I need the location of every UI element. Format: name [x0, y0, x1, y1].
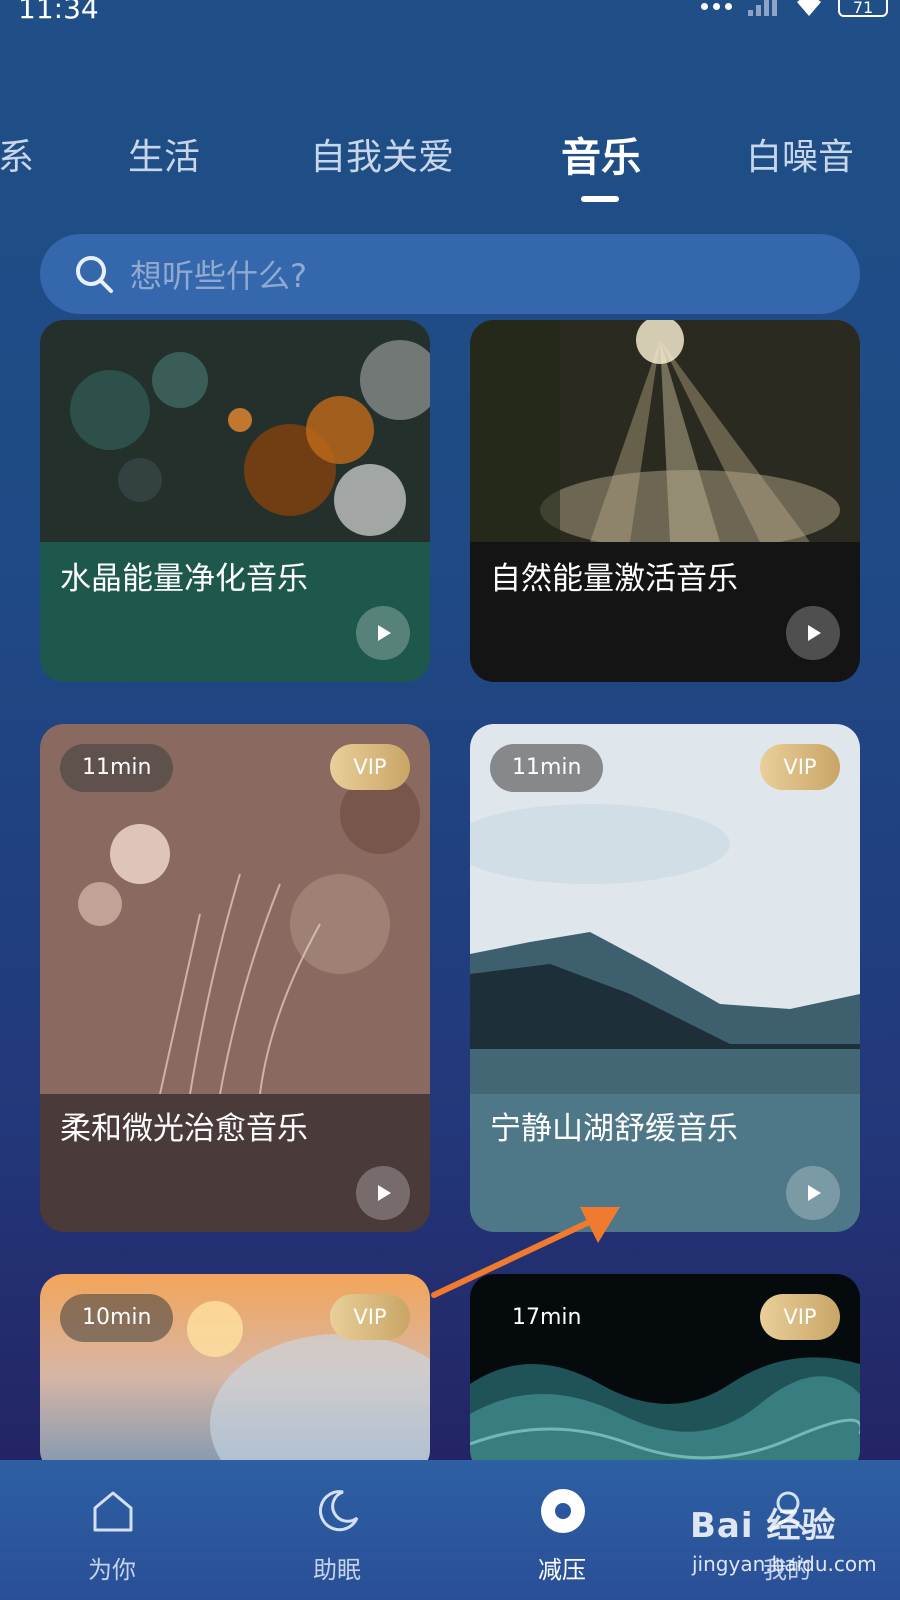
- vip-badge: VIP: [330, 744, 410, 790]
- card-title: 水晶能量净化音乐: [60, 561, 308, 597]
- nav-item-for-you[interactable]: 为你: [52, 1460, 172, 1600]
- status-time: 11:34: [18, 0, 99, 25]
- tab-self-care[interactable]: 自我关爱: [310, 128, 454, 180]
- card-info: 自然能量激活音乐: [470, 542, 860, 682]
- card-image: [470, 320, 860, 542]
- duration-badge: 10min: [60, 1294, 174, 1342]
- battery-indicator: 71: [838, 0, 888, 17]
- play-button[interactable]: [356, 606, 410, 660]
- tab-music[interactable]: 音乐: [561, 125, 641, 183]
- vip-badge: VIP: [760, 744, 840, 790]
- play-icon: [808, 625, 821, 641]
- tab-life[interactable]: 生活: [128, 128, 200, 180]
- tab-partial[interactable]: 系: [0, 128, 34, 180]
- active-tab-indicator: [581, 196, 619, 202]
- play-icon: [808, 1185, 821, 1201]
- music-card[interactable]: 10min VIP: [40, 1274, 430, 1474]
- play-button[interactable]: [356, 1166, 410, 1220]
- music-card[interactable]: 11min VIP 宁静山湖舒缓音乐: [470, 724, 860, 1232]
- tab-white-noise[interactable]: 白噪音: [746, 128, 854, 180]
- search-input[interactable]: 想听些什么?: [130, 251, 307, 297]
- play-button[interactable]: [786, 606, 840, 660]
- status-icons: 71: [701, 0, 888, 18]
- duration-badge: 11min: [60, 744, 174, 792]
- search-bar[interactable]: 想听些什么?: [40, 234, 860, 314]
- search-icon: [76, 256, 113, 293]
- play-icon: [378, 1185, 391, 1201]
- watermark-url: jingyan.baidu.com: [692, 1552, 877, 1576]
- signal-icon: [748, 0, 777, 16]
- duration-badge: 11min: [490, 744, 604, 792]
- home-icon: [93, 1491, 133, 1532]
- card-info: 柔和微光治愈音乐: [40, 1094, 430, 1232]
- play-icon: [378, 625, 391, 641]
- play-button[interactable]: [786, 1166, 840, 1220]
- wifi-icon: [797, 0, 821, 16]
- music-card[interactable]: 11min VIP 柔和微光治愈音乐: [40, 724, 430, 1232]
- status-bar: 11:34 71: [0, 0, 900, 36]
- nav-item-sleep[interactable]: 助眠: [277, 1460, 397, 1600]
- music-card[interactable]: 水晶能量净化音乐: [40, 320, 430, 682]
- vip-badge: VIP: [760, 1294, 840, 1340]
- vip-badge: VIP: [330, 1294, 410, 1340]
- relax-icon: [541, 1489, 585, 1533]
- nav-item-relax[interactable]: 减压: [502, 1460, 622, 1600]
- nav-label: 为你: [88, 1556, 136, 1584]
- music-card[interactable]: 自然能量激活音乐: [470, 320, 860, 682]
- nav-label: 减压: [538, 1556, 586, 1584]
- card-info: 水晶能量净化音乐: [40, 542, 430, 682]
- card-title: 宁静山湖舒缓音乐: [490, 1111, 738, 1147]
- more-dots-icon: [701, 2, 732, 10]
- watermark-logo: Bai 经验: [690, 1506, 837, 1546]
- annotation-arrow-icon: [431, 1207, 620, 1298]
- category-tabs: 系 生活 自我关爱 音乐 白噪音: [0, 128, 900, 208]
- card-title: 自然能量激活音乐: [490, 561, 738, 597]
- card-image: [40, 320, 430, 542]
- nav-label: 助眠: [313, 1556, 361, 1584]
- moon-icon: [319, 1490, 359, 1532]
- card-title: 柔和微光治愈音乐: [60, 1111, 308, 1147]
